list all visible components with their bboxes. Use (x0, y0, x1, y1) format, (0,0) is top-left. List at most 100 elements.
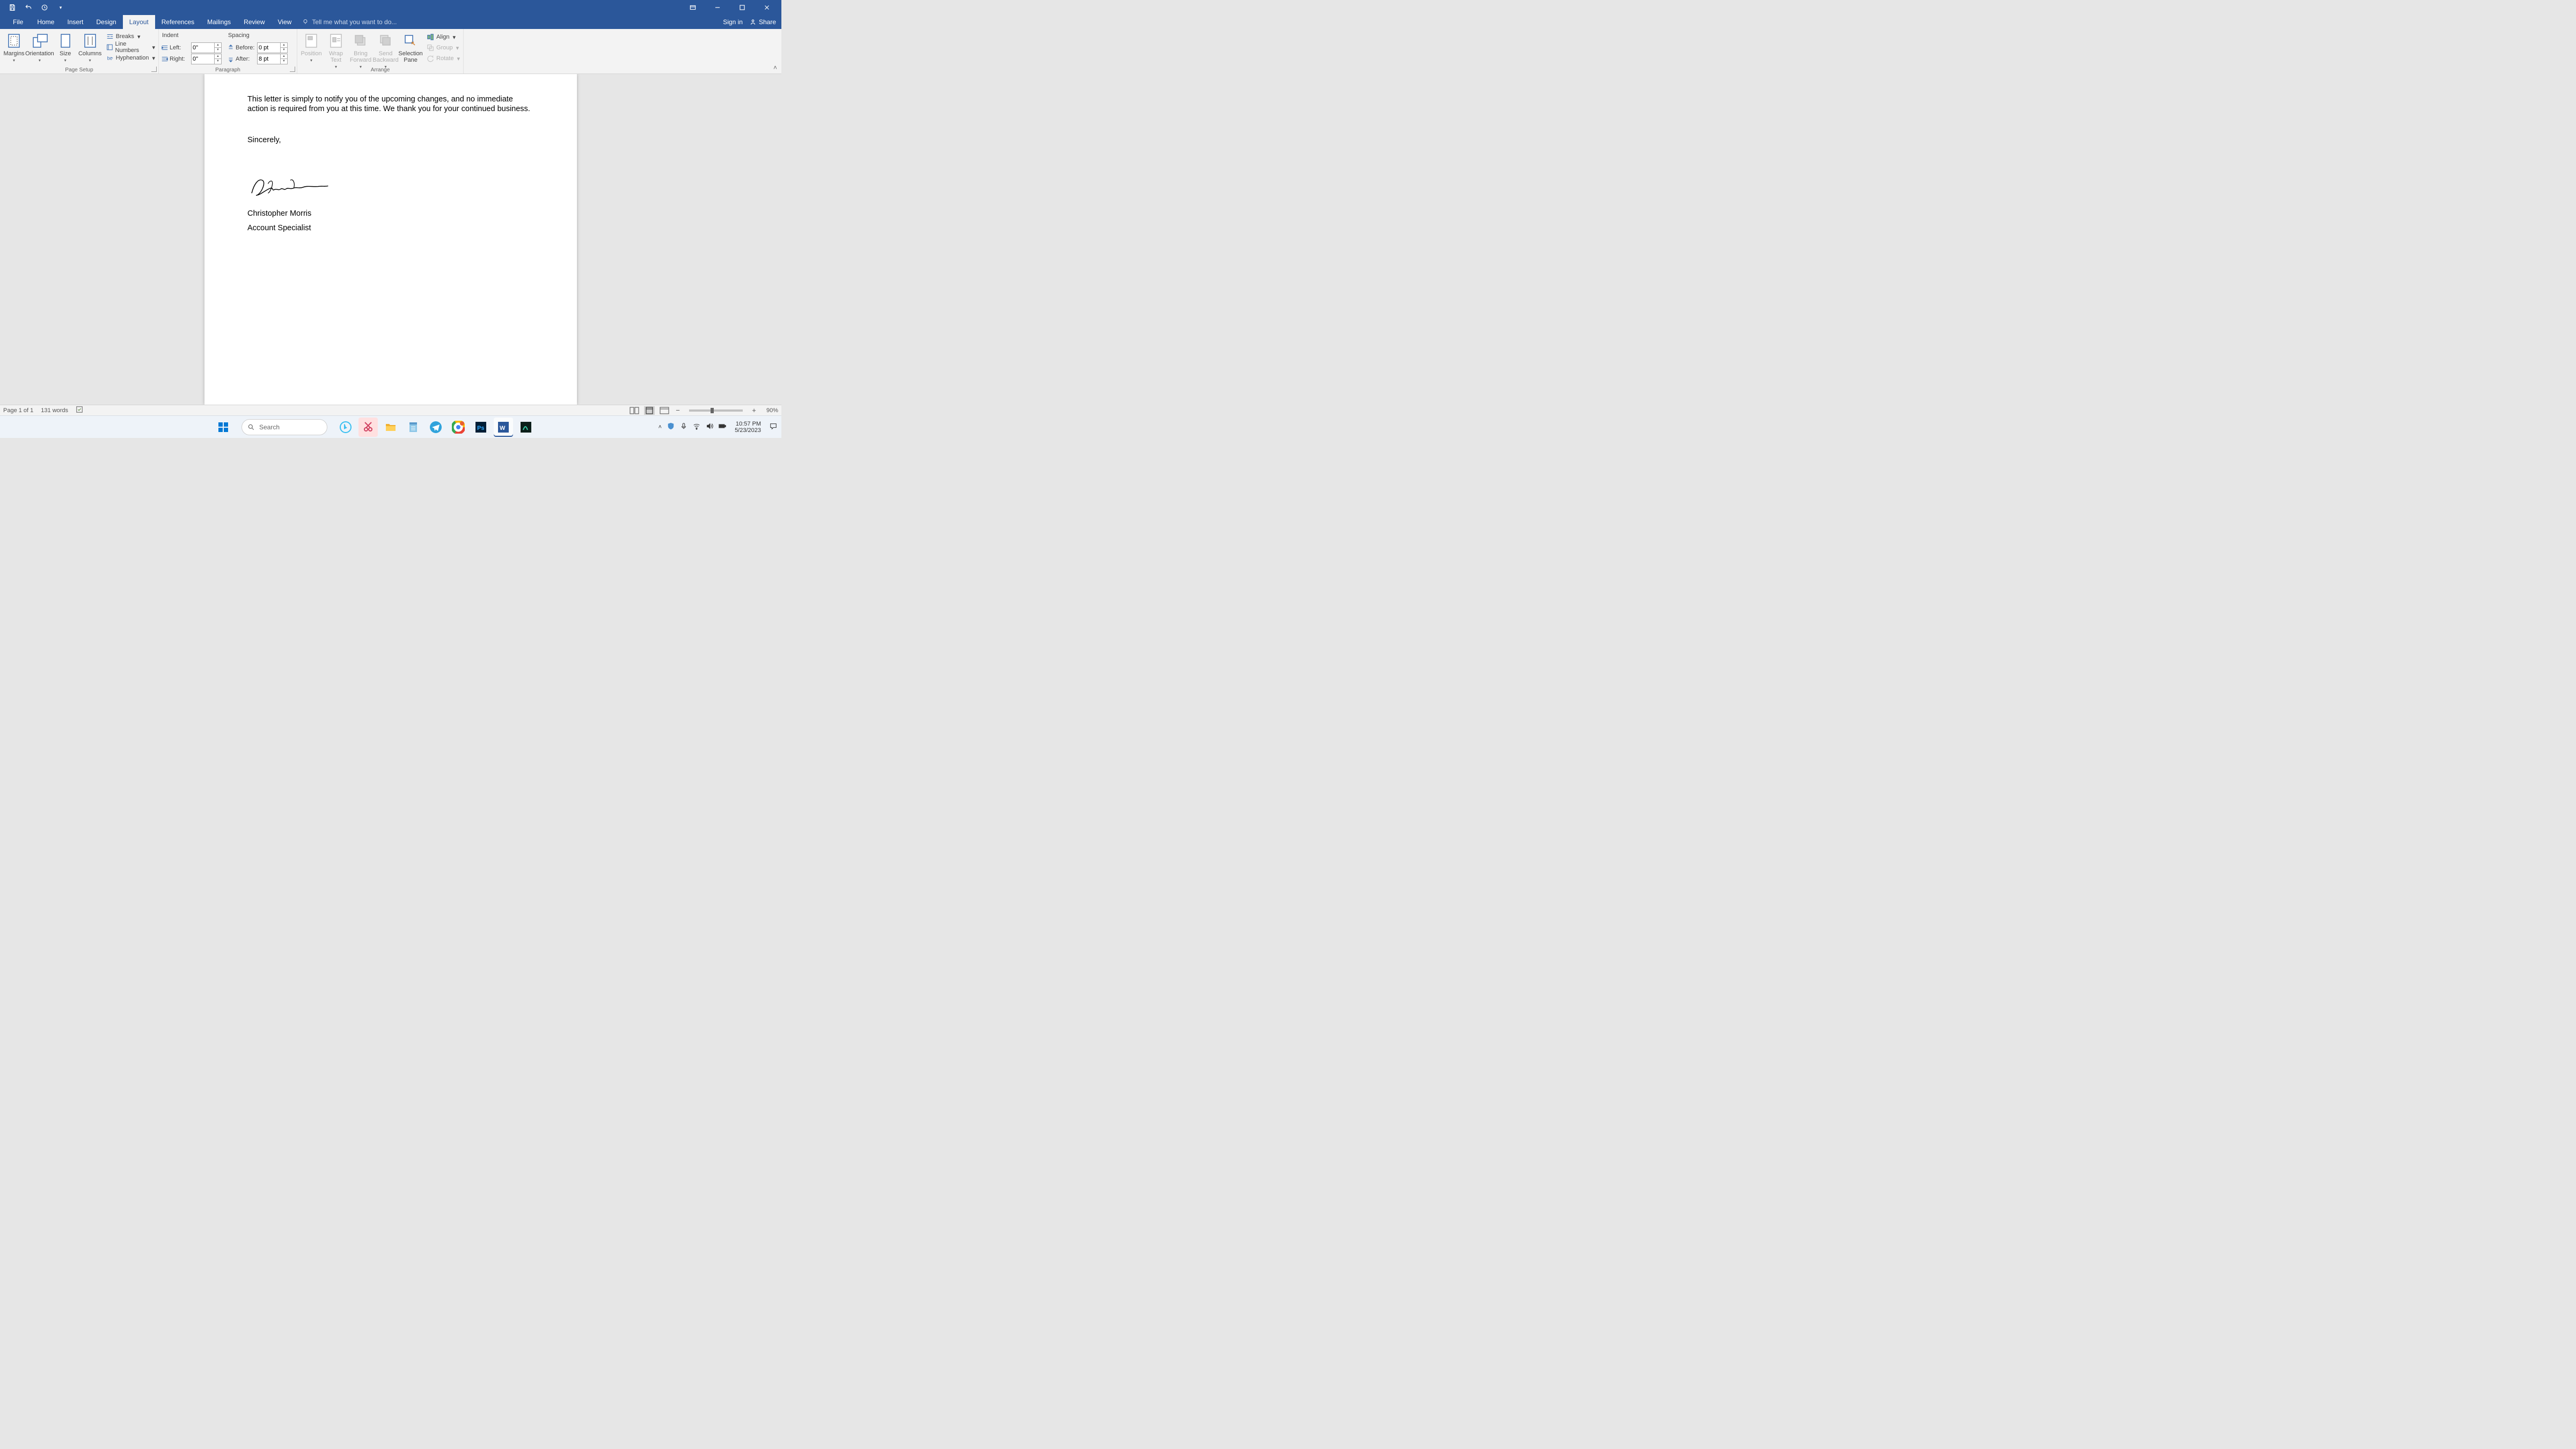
web-layout-icon[interactable] (659, 406, 670, 415)
spacing-after-input[interactable]: ▲▼ (257, 54, 288, 64)
security-icon[interactable] (667, 422, 675, 431)
save-icon[interactable] (8, 3, 17, 12)
page-indicator[interactable]: Page 1 of 1 (3, 407, 33, 414)
clock[interactable]: 10:57 PM 5/23/2023 (731, 421, 764, 434)
spacing-before-input[interactable]: ▲▼ (257, 42, 288, 53)
group-label-page-setup: Page Setup (0, 67, 158, 73)
selection-pane-button[interactable]: Selection Pane (399, 31, 422, 64)
spin-up-icon[interactable]: ▲ (281, 43, 287, 48)
tab-view[interactable]: View (272, 15, 298, 29)
tray-overflow-icon[interactable]: ˄ (658, 424, 662, 430)
tab-references[interactable]: References (155, 15, 201, 29)
file-explorer-icon[interactable] (381, 418, 400, 437)
tab-file[interactable]: File (5, 15, 31, 29)
bing-icon[interactable] (336, 418, 355, 437)
page-setup-launcher[interactable] (151, 67, 157, 72)
signature-name[interactable]: Christopher Morris (247, 209, 534, 218)
hyphenation-button[interactable]: bc Hyphenation▾ (105, 53, 156, 63)
microphone-icon[interactable] (680, 422, 687, 431)
orientation-button[interactable]: Orientation▾ (27, 31, 53, 64)
word-icon[interactable]: W (494, 418, 513, 437)
spin-up-icon[interactable]: ▲ (215, 54, 221, 59)
zoom-in-icon[interactable]: + (750, 406, 758, 414)
tab-design[interactable]: Design (90, 15, 122, 29)
wrap-text-button[interactable]: Wrap Text▾ (324, 31, 348, 70)
window-controls (688, 3, 779, 12)
tell-me-search[interactable]: Tell me what you want to do... (298, 15, 723, 29)
spelling-icon[interactable] (76, 406, 83, 415)
read-mode-icon[interactable] (629, 406, 640, 415)
group-paragraph: Indent Left: ▲▼ Right: ▲▼ Spacing Before… (159, 29, 297, 74)
group-arrange: Position▾ Wrap Text▾ Bring Forward▾ Send… (297, 29, 464, 74)
spin-down-icon[interactable]: ▼ (215, 48, 221, 53)
body-paragraph[interactable]: This letter is simply to notify you of t… (247, 94, 534, 114)
tell-me-placeholder: Tell me what you want to do... (312, 18, 397, 26)
undo-icon[interactable] (24, 3, 33, 12)
close-icon[interactable] (762, 3, 772, 12)
print-layout-icon[interactable] (644, 406, 655, 415)
account-area: Sign in Share (723, 15, 781, 29)
size-button[interactable]: Size▾ (54, 31, 77, 64)
chrome-icon[interactable] (449, 418, 468, 437)
ribbon-display-icon[interactable] (688, 3, 698, 12)
spin-up-icon[interactable]: ▲ (281, 54, 287, 59)
notifications-icon[interactable] (770, 422, 777, 431)
indent-right-icon (161, 55, 169, 63)
rotate-button[interactable]: Rotate▾ (426, 53, 461, 64)
document-area[interactable]: This letter is simply to notify you of t… (0, 74, 781, 405)
line-numbers-button[interactable]: Line Numbers▾ (105, 42, 156, 53)
paragraph-launcher[interactable] (290, 67, 295, 72)
group-button[interactable]: Group▾ (426, 42, 461, 53)
position-button[interactable]: Position▾ (299, 31, 323, 64)
customize-qat-icon[interactable]: ▾ (56, 3, 65, 12)
tab-review[interactable]: Review (237, 15, 271, 29)
zoom-out-icon[interactable]: − (674, 406, 682, 414)
spin-down-icon[interactable]: ▼ (215, 59, 221, 64)
spin-down-icon[interactable]: ▼ (281, 48, 287, 53)
signature-title[interactable]: Account Specialist (247, 223, 534, 233)
photoshop-icon[interactable]: Ps (471, 418, 491, 437)
filmora-icon[interactable] (516, 418, 536, 437)
wifi-icon[interactable] (693, 422, 700, 431)
breaks-button[interactable]: Breaks▾ (105, 31, 156, 42)
tab-insert[interactable]: Insert (61, 15, 90, 29)
telegram-icon[interactable] (426, 418, 445, 437)
indent-right-input[interactable]: ▲▼ (191, 54, 222, 64)
tab-layout[interactable]: Layout (123, 15, 155, 29)
collapse-ribbon-icon[interactable]: ˄ (773, 64, 777, 71)
send-backward-button[interactable]: Send Backward▾ (374, 31, 398, 70)
margins-button[interactable]: Margins▾ (2, 31, 26, 64)
zoom-level[interactable]: 90% (762, 407, 778, 414)
closing-line[interactable]: Sincerely, (247, 135, 534, 145)
spacing-after-label: After: (236, 56, 256, 62)
indent-left-input[interactable]: ▲▼ (191, 42, 222, 53)
document-page[interactable]: This letter is simply to notify you of t… (204, 74, 577, 405)
system-tray: ˄ 10:57 PM 5/23/2023 (658, 421, 777, 434)
bring-forward-button[interactable]: Bring Forward▾ (349, 31, 372, 70)
minimize-icon[interactable] (713, 3, 722, 12)
notepad-icon[interactable] (404, 418, 423, 437)
spacing-before-label: Before: (236, 45, 256, 51)
indent-right-label: Right: (170, 56, 190, 62)
svg-text:Ps: Ps (477, 425, 484, 431)
start-button[interactable] (214, 418, 233, 437)
windows-taskbar: Search Ps W ˄ 10:57 PM 5/23/2023 (0, 415, 781, 438)
zoom-slider[interactable] (689, 409, 743, 412)
taskbar-search[interactable]: Search (241, 419, 327, 435)
redo-icon[interactable] (40, 3, 49, 12)
columns-button[interactable]: Columns▾ (78, 31, 102, 64)
snipping-tool-icon[interactable] (358, 418, 378, 437)
ribbon-tabs: File Home Insert Design Layout Reference… (0, 15, 781, 29)
spin-up-icon[interactable]: ▲ (215, 43, 221, 48)
volume-icon[interactable] (706, 422, 713, 431)
sign-in-link[interactable]: Sign in (723, 18, 743, 26)
tab-mailings[interactable]: Mailings (201, 15, 237, 29)
align-button[interactable]: Align▾ (426, 32, 461, 42)
word-count[interactable]: 131 words (41, 407, 68, 414)
spin-down-icon[interactable]: ▼ (281, 59, 287, 64)
share-button[interactable]: Share (749, 18, 776, 26)
maximize-icon[interactable] (737, 3, 747, 12)
title-bar: ▾ (0, 0, 781, 15)
battery-icon[interactable] (719, 422, 726, 431)
tab-home[interactable]: Home (31, 15, 61, 29)
